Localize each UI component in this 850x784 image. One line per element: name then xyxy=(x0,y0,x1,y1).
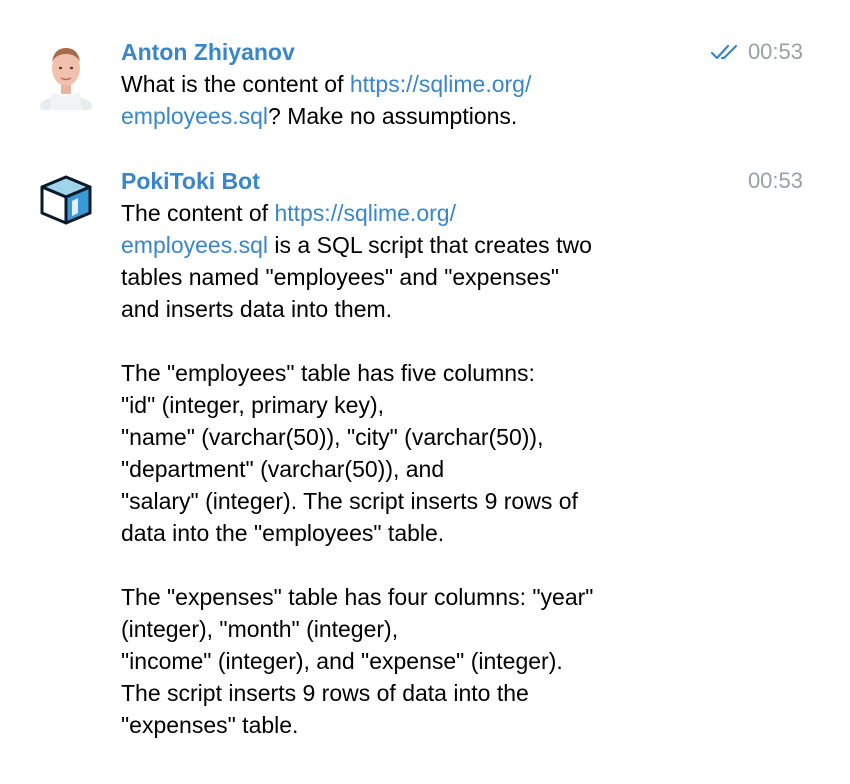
sender-name[interactable]: PokiToki Bot xyxy=(121,165,761,197)
double-check-icon xyxy=(710,44,738,60)
text-line: "department" (varchar(50)), and xyxy=(121,456,445,482)
message-time: 00:53 xyxy=(747,39,803,64)
message-meta: 00:53 xyxy=(748,165,803,197)
text-fragment: The content of xyxy=(121,200,275,226)
text-fragment: What is the content of xyxy=(121,71,350,97)
cube-icon xyxy=(40,175,92,225)
user-avatar-icon xyxy=(40,48,92,110)
text-line: and inserts data into them. xyxy=(121,296,393,322)
message-body: Anton Zhiyanov What is the content of ht… xyxy=(121,36,761,132)
text-line: tables named "employees" and "expenses" xyxy=(121,264,559,290)
message-time: 00:53 xyxy=(747,168,803,193)
message-body: PokiToki Bot The content of https://sqli… xyxy=(121,165,761,741)
avatar-bot[interactable] xyxy=(36,169,96,239)
text-line: (integer), "month" (integer), xyxy=(121,616,399,642)
text-line: "id" (integer, primary key), xyxy=(121,392,385,418)
message-link[interactable]: https://sqlime.org/ xyxy=(350,71,532,97)
text-line: employees.sql? Make no assumptions. xyxy=(121,100,761,132)
message-text: The content of https://sqlime.org/ emplo… xyxy=(121,197,761,741)
text-line: The script inserts 9 rows of data into t… xyxy=(121,680,529,706)
text-line: "income" (integer), and "expense" (integ… xyxy=(121,648,563,674)
message-link[interactable]: https://sqlime.org/ xyxy=(274,200,456,226)
text-line: The "expenses" table has four columns: "… xyxy=(121,584,594,610)
text-line: data into the "employees" table. xyxy=(121,520,445,546)
avatar-anton[interactable] xyxy=(36,40,96,110)
text-line: employees.sql is a SQL script that creat… xyxy=(121,229,761,261)
text-line: "name" (varchar(50)), "city" (varchar(50… xyxy=(121,424,544,450)
text-line: The "employees" table has five columns: xyxy=(121,360,535,386)
message-text: What is the content of https://sqlime.or… xyxy=(121,68,761,132)
text-fragment: is a SQL script that creates two xyxy=(268,232,592,258)
sender-name[interactable]: Anton Zhiyanov xyxy=(121,36,761,68)
text-line: "salary" (integer). The script inserts 9… xyxy=(121,488,578,514)
text-line: What is the content of https://sqlime.or… xyxy=(121,68,761,100)
text-line: "expenses" table. xyxy=(121,712,299,738)
message-meta: 00:53 xyxy=(710,36,803,68)
text-line: The content of https://sqlime.org/ xyxy=(121,197,761,229)
text-fragment: ? Make no assumptions. xyxy=(268,103,518,129)
message-link[interactable]: employees.sql xyxy=(121,103,268,129)
message-link[interactable]: employees.sql xyxy=(121,232,268,258)
